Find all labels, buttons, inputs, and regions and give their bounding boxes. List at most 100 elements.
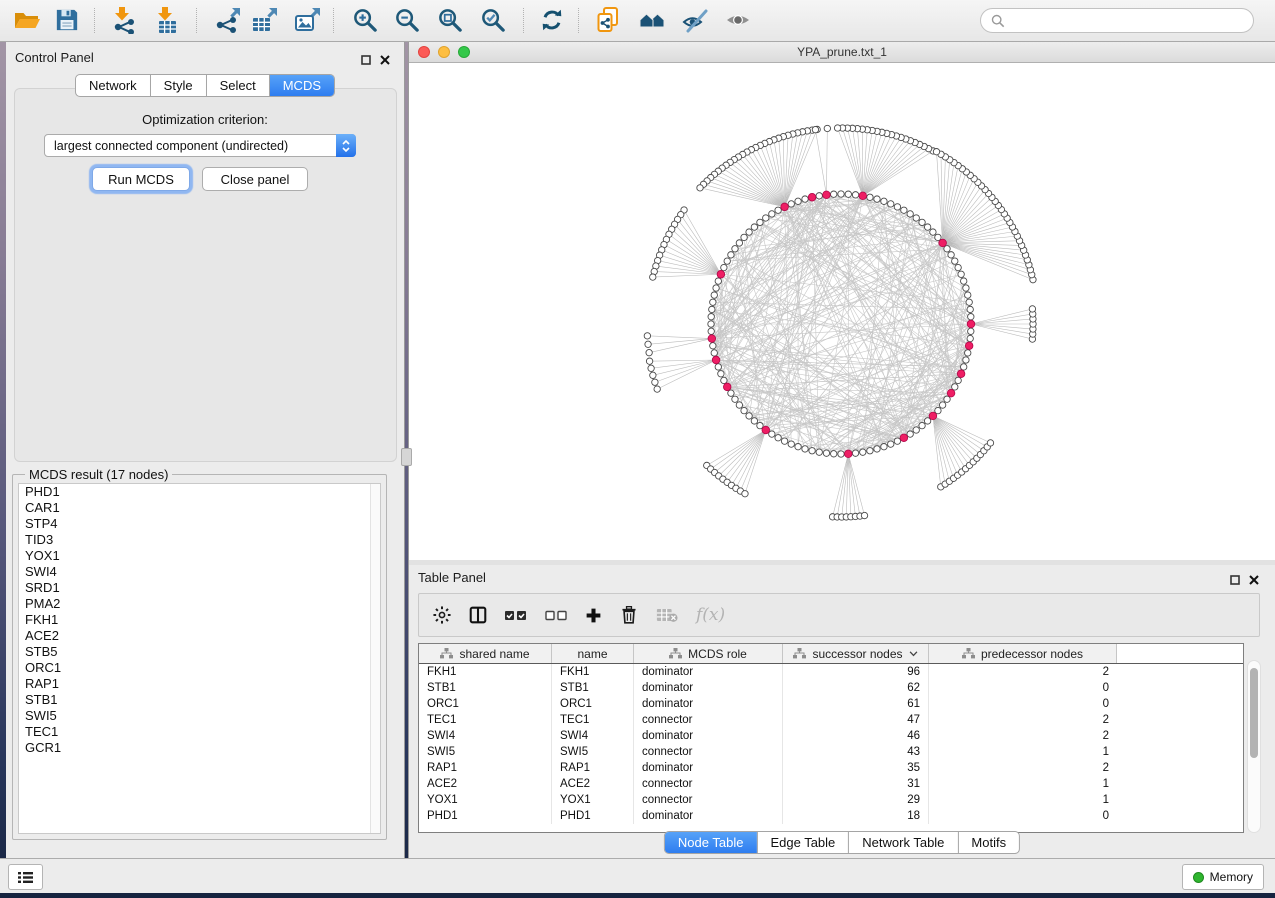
- table-cell[interactable]: 2: [929, 664, 1117, 680]
- column-header-predecessor-nodes[interactable]: predecessor nodes: [929, 644, 1117, 663]
- table-cell[interactable]: TEC1: [419, 712, 552, 728]
- table-cell[interactable]: 18: [783, 808, 929, 824]
- mcds-result-item[interactable]: TEC1: [19, 724, 380, 740]
- mcds-result-item[interactable]: FKH1: [19, 612, 380, 628]
- mcds-result-item[interactable]: PMA2: [19, 596, 380, 612]
- table-scrollbar-thumb[interactable]: [1250, 668, 1258, 758]
- tab-node-table[interactable]: Node Table: [665, 832, 757, 853]
- refresh-button[interactable]: [536, 5, 568, 35]
- table-cell[interactable]: 47: [783, 712, 929, 728]
- table-cell[interactable]: PHD1: [419, 808, 552, 824]
- vertical-splitter-handle[interactable]: [401, 448, 412, 466]
- export-network-button[interactable]: [211, 5, 243, 35]
- table-row[interactable]: ACE2ACE2connector311: [419, 776, 1243, 792]
- table-cell[interactable]: 0: [929, 680, 1117, 696]
- export-table-button[interactable]: [248, 5, 280, 35]
- deselect-all-icon[interactable]: [545, 610, 567, 621]
- table-cell[interactable]: 1: [929, 744, 1117, 760]
- zoom-in-button[interactable]: [349, 5, 381, 35]
- table-row[interactable]: STB1STB1dominator620: [419, 680, 1243, 696]
- search-input[interactable]: [1011, 13, 1243, 29]
- zoom-out-button[interactable]: [391, 5, 423, 35]
- table-cell[interactable]: FKH1: [552, 664, 634, 680]
- table-cell[interactable]: dominator: [634, 760, 783, 776]
- table-cell[interactable]: SWI5: [552, 744, 634, 760]
- table-cell[interactable]: 2: [929, 760, 1117, 776]
- tab-select[interactable]: Select: [206, 75, 269, 96]
- zoom-fit-button[interactable]: [434, 5, 466, 35]
- column-header-mcds-role[interactable]: MCDS role: [634, 644, 783, 663]
- show-all-button[interactable]: [722, 5, 754, 35]
- table-row[interactable]: TEC1TEC1connector472: [419, 712, 1243, 728]
- memory-button[interactable]: Memory: [1182, 864, 1264, 890]
- table-cell[interactable]: STB1: [419, 680, 552, 696]
- table-cell[interactable]: connector: [634, 744, 783, 760]
- save-session-button[interactable]: [51, 5, 83, 35]
- add-column-icon[interactable]: [585, 607, 602, 624]
- criterion-dropdown[interactable]: largest connected component (undirected): [44, 134, 356, 157]
- table-cell[interactable]: dominator: [634, 696, 783, 712]
- network-canvas[interactable]: [409, 63, 1274, 560]
- table-cell[interactable]: YOX1: [419, 792, 552, 808]
- table-row[interactable]: ORC1ORC1dominator610: [419, 696, 1243, 712]
- table-row[interactable]: SWI4SWI4dominator462: [419, 728, 1243, 744]
- table-cell[interactable]: SWI4: [552, 728, 634, 744]
- table-cell[interactable]: YOX1: [552, 792, 634, 808]
- tab-motifs[interactable]: Motifs: [957, 832, 1019, 853]
- table-cell[interactable]: connector: [634, 792, 783, 808]
- mcds-result-item[interactable]: STB1: [19, 692, 380, 708]
- table-cell[interactable]: 96: [783, 664, 929, 680]
- tab-network-table[interactable]: Network Table: [848, 832, 957, 853]
- table-cell[interactable]: 1: [929, 792, 1117, 808]
- table-row[interactable]: PHD1PHD1dominator180: [419, 808, 1243, 824]
- hide-selected-button[interactable]: [679, 5, 711, 35]
- select-all-icon[interactable]: [505, 610, 527, 621]
- table-cell[interactable]: 61: [783, 696, 929, 712]
- table-cell[interactable]: 31: [783, 776, 929, 792]
- table-cell[interactable]: connector: [634, 712, 783, 728]
- tab-edge-table[interactable]: Edge Table: [756, 832, 848, 853]
- table-cell[interactable]: ORC1: [419, 696, 552, 712]
- table-cell[interactable]: RAP1: [552, 760, 634, 776]
- table-cell[interactable]: 1: [929, 776, 1117, 792]
- table-cell[interactable]: ORC1: [552, 696, 634, 712]
- mcds-result-item[interactable]: SWI4: [19, 564, 380, 580]
- table-cell[interactable]: dominator: [634, 680, 783, 696]
- table-row[interactable]: FKH1FKH1dominator962: [419, 664, 1243, 680]
- tab-style[interactable]: Style: [150, 75, 206, 96]
- mcds-result-item[interactable]: ACE2: [19, 628, 380, 644]
- open-session-button[interactable]: [11, 5, 43, 35]
- delete-column-icon[interactable]: [620, 605, 638, 625]
- settings-gear-icon[interactable]: [433, 606, 451, 624]
- import-network-button[interactable]: [108, 5, 140, 35]
- mcds-result-item[interactable]: TID3: [19, 532, 380, 548]
- copy-network-button[interactable]: [592, 5, 624, 35]
- column-header-name[interactable]: name: [552, 644, 634, 663]
- table-cell[interactable]: TEC1: [552, 712, 634, 728]
- table-cell[interactable]: 35: [783, 760, 929, 776]
- close-panel-icon[interactable]: [380, 52, 390, 70]
- mcds-result-item[interactable]: STB5: [19, 644, 380, 660]
- table-cell[interactable]: FKH1: [419, 664, 552, 680]
- table-row[interactable]: SWI5SWI5connector431: [419, 744, 1243, 760]
- table-cell[interactable]: STB1: [552, 680, 634, 696]
- table-cell[interactable]: ACE2: [552, 776, 634, 792]
- table-cell[interactable]: 0: [929, 808, 1117, 824]
- table-cell[interactable]: ACE2: [419, 776, 552, 792]
- mcds-result-item[interactable]: PHD1: [19, 484, 380, 500]
- table-cell[interactable]: 43: [783, 744, 929, 760]
- close-panel-icon[interactable]: [1249, 572, 1259, 590]
- close-panel-button[interactable]: Close panel: [202, 167, 308, 191]
- float-panel-icon[interactable]: [1230, 572, 1240, 590]
- table-cell[interactable]: PHD1: [552, 808, 634, 824]
- table-row[interactable]: RAP1RAP1dominator352: [419, 760, 1243, 776]
- table-cell[interactable]: 46: [783, 728, 929, 744]
- float-panel-icon[interactable]: [361, 52, 371, 70]
- table-cell[interactable]: dominator: [634, 808, 783, 824]
- tab-network[interactable]: Network: [76, 75, 150, 96]
- export-image-button[interactable]: [291, 5, 323, 35]
- table-cell[interactable]: 0: [929, 696, 1117, 712]
- table-cell[interactable]: SWI5: [419, 744, 552, 760]
- table-cell[interactable]: 2: [929, 712, 1117, 728]
- table-cell[interactable]: dominator: [634, 728, 783, 744]
